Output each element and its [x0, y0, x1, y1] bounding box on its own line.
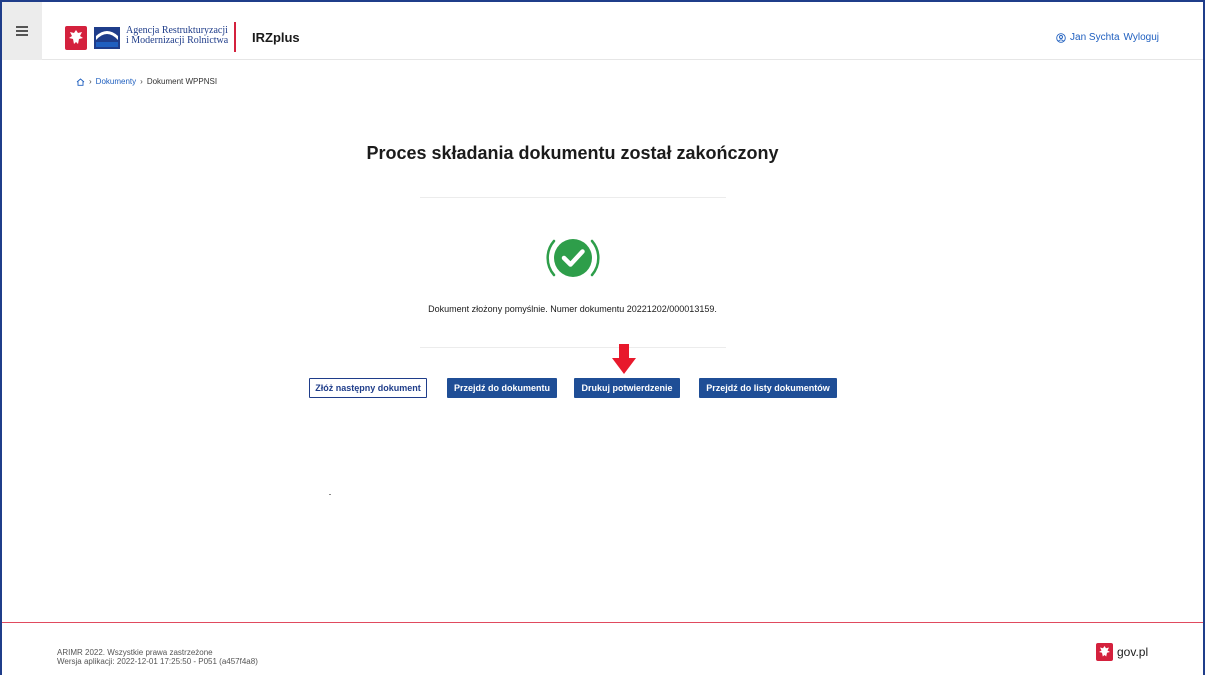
- user-area: Jan Sychta Wyloguj: [1056, 32, 1159, 43]
- home-icon[interactable]: [76, 77, 85, 86]
- breadcrumb-item-documents[interactable]: Dokumenty: [96, 77, 136, 86]
- chevron-right-icon: ›: [140, 77, 143, 86]
- app-frame: [0, 0, 1205, 675]
- print-confirmation-button[interactable]: Drukuj potwierdzenie: [574, 378, 680, 398]
- divider-top: [420, 197, 726, 198]
- poland-eagle-icon: [1096, 643, 1113, 661]
- agency-name-line2: i Modernizacji Rolnictwa: [126, 35, 229, 46]
- next-document-button[interactable]: Złóż następny dokument: [309, 378, 427, 398]
- stray-dot: [329, 494, 331, 495]
- go-to-document-list-button[interactable]: Przejdź do listy dokumentów: [699, 378, 837, 398]
- breadcrumb: › Dokumenty › Dokument WPPNSI: [76, 77, 217, 86]
- header-divider: [234, 22, 236, 52]
- footer-version: Wersja aplikacji: 2022-12-01 17:25:50 - …: [57, 657, 258, 666]
- hamburger-menu-button[interactable]: [2, 2, 42, 60]
- footer-text: ARIMR 2022. Wszystkie prawa zastrzeżone …: [57, 648, 258, 666]
- logout-link[interactable]: Wyloguj: [1124, 32, 1159, 43]
- footer-divider: [2, 622, 1203, 623]
- user-name-link[interactable]: Jan Sychta: [1070, 32, 1119, 43]
- app-name: IRZplus: [252, 30, 300, 45]
- chevron-right-icon: ›: [89, 77, 92, 86]
- arimr-logo: [94, 27, 120, 49]
- footer-copyright: ARIMR 2022. Wszystkie prawa zastrzeżone: [57, 648, 213, 657]
- breadcrumb-item-current: Dokument WPPNSI: [146, 77, 218, 86]
- agency-name: Agencja Restrukturyzacji i Modernizacji …: [126, 26, 236, 46]
- page-title: Proces składania dokumentu został zakońc…: [366, 143, 779, 163]
- poland-eagle-logo: [65, 26, 87, 50]
- gov-label[interactable]: gov.pl: [1117, 645, 1148, 659]
- go-to-document-button[interactable]: Przejdź do dokumentu: [447, 378, 557, 398]
- arrow-down-icon: [612, 344, 636, 374]
- divider-bottom: [420, 347, 726, 348]
- hamburger-icon: [16, 24, 28, 38]
- success-check-icon: [546, 239, 600, 277]
- success-message: Dokument złożony pomyślnie. Numer dokume…: [428, 304, 717, 314]
- user-icon: [1056, 32, 1066, 43]
- top-header: Agencja Restrukturyzacji i Modernizacji …: [2, 2, 1203, 60]
- gov-link[interactable]: gov.pl: [1096, 643, 1148, 661]
